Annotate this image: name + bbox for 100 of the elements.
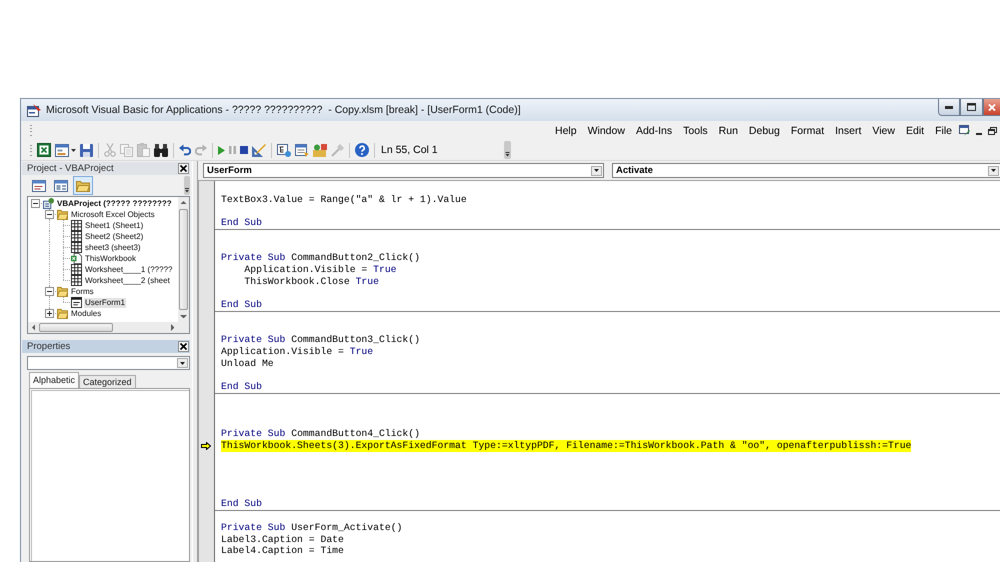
sheet-icon [71, 231, 82, 242]
close-button[interactable] [178, 341, 189, 352]
tree-window-icon[interactable] [277, 144, 291, 156]
panel-title: Project - VBAProject [27, 163, 114, 174]
chevron-icon[interactable] [504, 141, 511, 159]
cursor-position: Ln 55, Col 1 [381, 144, 438, 156]
scroll-up-icon[interactable] [180, 200, 187, 204]
restore-icon[interactable] [988, 126, 997, 134]
tree-item[interactable]: sheet3 (sheet3) [84, 242, 142, 252]
scrollbar-thumb[interactable] [179, 209, 188, 310]
folder-icon [57, 308, 68, 319]
toggle-folders-button[interactable] [73, 176, 93, 195]
code-line: End Sub [221, 217, 262, 229]
menu-item[interactable]: File [935, 124, 952, 136]
collapse-icon[interactable] [44, 287, 54, 296]
scrollbar-thumb[interactable] [39, 323, 113, 332]
tree-item[interactable]: Microsoft Excel Objects [70, 210, 156, 220]
menu-item[interactable]: Insert [835, 124, 862, 136]
code-line: ThisWorkbook.Close True [244, 276, 379, 288]
code-line: Application.Visible = True [221, 346, 374, 358]
menu-item[interactable]: Add-Ins [636, 124, 672, 136]
scroll-right-icon[interactable] [170, 324, 174, 331]
object-dropdown[interactable]: UserForm [203, 163, 604, 178]
tree-item[interactable]: Modules [70, 308, 102, 318]
close-icon [180, 343, 187, 350]
menu-item[interactable]: Help [554, 124, 577, 136]
minimize-icon [945, 106, 953, 108]
minimize-icon[interactable] [976, 132, 982, 134]
app-window-icon[interactable] [27, 104, 41, 116]
code-window-icon[interactable] [959, 125, 970, 136]
form-window-icon [54, 180, 68, 192]
procedure-dropdown[interactable]: Activate [612, 163, 1000, 178]
sheet-icon [71, 220, 82, 231]
save-icon[interactable] [80, 144, 93, 156]
code-line: End Sub [221, 498, 262, 510]
minimize-button[interactable] [938, 99, 960, 116]
folder-icon [57, 286, 68, 297]
tree-item[interactable]: UserForm1 [84, 298, 126, 308]
dropdown-button[interactable] [988, 166, 999, 176]
code-line: Private Sub CommandButton2_Click() [221, 252, 420, 264]
tree-item[interactable]: Worksheet____2 (sheet [84, 276, 171, 286]
code-line: End Sub [221, 381, 262, 393]
folder-icon [76, 180, 90, 192]
menu-item[interactable]: Format [790, 124, 824, 136]
tree-item[interactable]: Sheet2 (Sheet2) [84, 232, 144, 242]
horizontal-scrollbar[interactable] [28, 322, 189, 333]
code-line: TextBox3.Value = Range("a" & lr + 1).Value [221, 194, 467, 206]
collapse-icon[interactable] [44, 210, 54, 219]
menu-item[interactable]: Edit [906, 124, 924, 136]
collapse-icon[interactable] [30, 199, 40, 208]
vertical-scrollbar[interactable] [178, 197, 189, 322]
scroll-down-icon[interactable] [180, 314, 187, 318]
tree-item[interactable]: Worksheet____1 (????? [84, 264, 174, 274]
play-icon[interactable] [218, 146, 225, 154]
expand-icon[interactable] [44, 309, 54, 318]
sheet-icon [71, 242, 82, 253]
shapes-icon[interactable] [313, 144, 327, 156]
maximize-button[interactable] [960, 99, 983, 116]
dropdown-button[interactable] [591, 166, 602, 176]
menu-item[interactable]: Window [588, 124, 625, 136]
code-line: Label3.Caption = Date [221, 534, 344, 546]
workbook-icon [71, 253, 82, 264]
form-icon [71, 297, 82, 308]
help-icon[interactable] [355, 143, 369, 157]
menu-item[interactable]: Debug [748, 124, 780, 136]
scroll-left-icon[interactable] [32, 324, 36, 331]
tree-item[interactable]: Forms [70, 286, 95, 296]
tree-item[interactable]: Sheet1 (Sheet1) [84, 220, 144, 230]
dropdown-button[interactable] [177, 358, 188, 368]
caret-icon [594, 169, 599, 172]
ruler-pencil-icon[interactable] [252, 143, 266, 157]
code-line: Private Sub CommandButton4_Click() [221, 428, 420, 440]
sheet-icon [71, 275, 82, 286]
tab[interactable]: Categorized [79, 375, 136, 388]
code-line: End Sub [221, 299, 262, 311]
list-window-icon[interactable] [295, 144, 309, 156]
tree-item[interactable]: ThisWorkbook [84, 254, 137, 264]
code-line: Private Sub CommandButton3_Click() [221, 334, 420, 346]
tab[interactable]: Alphabetic [29, 372, 80, 388]
tree-item[interactable]: VBAProject (????? ???????? [56, 198, 173, 208]
text-window-icon [32, 180, 46, 192]
caret-icon [180, 362, 185, 364]
object-dropdown[interactable] [27, 356, 190, 370]
panel-title: Properties [27, 341, 70, 352]
menu-item[interactable]: View [872, 124, 895, 136]
menu-item[interactable]: Run [718, 124, 738, 136]
window-title: Microsoft Visual Basic for Applications - ????? ?????????? - Copy.xlsm [break] - [UserForm1 (Code)] [46, 104, 521, 116]
caret-icon[interactable] [71, 148, 76, 152]
chevron-icon[interactable] [184, 176, 190, 195]
close-button[interactable] [178, 163, 189, 174]
form-window-icon[interactable] [55, 144, 69, 156]
undo-icon[interactable] [179, 144, 191, 156]
folder-icon [57, 209, 68, 220]
menu-item[interactable]: Tools [683, 124, 708, 136]
binoculars-icon[interactable] [154, 144, 168, 156]
code-line: Application.Visible = True [244, 264, 397, 276]
project-icon [43, 198, 54, 209]
close-icon [988, 104, 996, 110]
close-icon [180, 165, 187, 172]
spreadsheet-icon[interactable] [37, 143, 51, 157]
